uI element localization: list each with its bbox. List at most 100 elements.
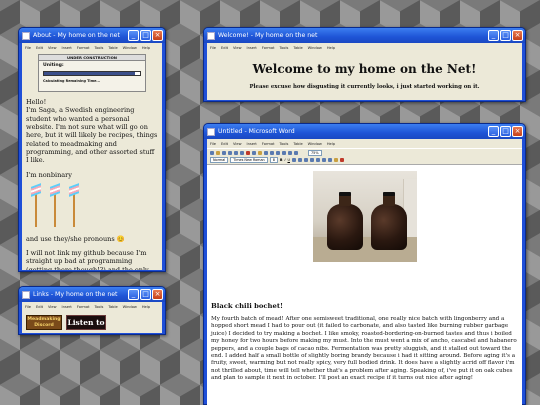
menu-tools[interactable]: Tools (95, 46, 104, 50)
links-window[interactable]: Links - My home on the net _ □ × File Ed… (18, 286, 166, 335)
menu-insert[interactable]: Insert (62, 46, 72, 50)
print-preview-icon[interactable] (234, 150, 238, 155)
font-select[interactable]: Times New Roman (230, 157, 268, 163)
window-icon (22, 31, 30, 40)
window-icon (22, 290, 30, 299)
menu-window[interactable]: Window (308, 142, 322, 146)
meadmaking-discord-link[interactable]: Meadmaking Discord (26, 314, 62, 330)
minimize-button[interactable]: _ (128, 30, 139, 41)
maximize-button[interactable]: □ (140, 30, 151, 41)
zoom-select[interactable]: 75% (308, 149, 322, 156)
menu-table[interactable]: Table (293, 46, 302, 50)
menu-insert[interactable]: Insert (62, 305, 72, 309)
welcome-window[interactable]: Welcome! - My home on the net _ □ × File… (203, 27, 526, 102)
table-icon[interactable] (282, 150, 286, 155)
copy-icon[interactable] (252, 150, 256, 155)
menu-edit[interactable]: Edit (36, 46, 43, 50)
menu-help[interactable]: Help (142, 305, 150, 309)
menu-tools[interactable]: Tools (95, 305, 104, 309)
open-icon[interactable] (216, 150, 220, 155)
window-title: Welcome! - My home on the net (218, 32, 318, 39)
indent-icon[interactable] (327, 158, 332, 162)
spelling-icon[interactable] (240, 150, 244, 155)
menu-help[interactable]: Help (327, 142, 335, 146)
menu-table[interactable]: Table (108, 305, 117, 309)
font-size-select[interactable]: 8 (269, 157, 278, 163)
menu-format[interactable]: Format (77, 305, 90, 309)
menu-file[interactable]: File (210, 46, 216, 50)
menu-table[interactable]: Table (293, 142, 302, 146)
underline-icon[interactable]: U (287, 158, 289, 162)
new-icon[interactable] (210, 150, 214, 155)
hyperlink-icon[interactable] (276, 150, 280, 155)
menu-file[interactable]: File (25, 305, 31, 309)
close-button[interactable]: × (512, 126, 523, 137)
paste-icon[interactable] (258, 150, 262, 155)
redo-icon[interactable] (270, 150, 274, 155)
menu-view[interactable]: View (233, 46, 242, 50)
highlight-icon[interactable] (333, 158, 338, 162)
bold-icon[interactable]: B (280, 158, 283, 162)
about-titlebar[interactable]: About - My home on the net _ □ × (19, 28, 165, 43)
save-icon[interactable] (222, 150, 226, 155)
undo-icon[interactable] (264, 150, 268, 155)
menu-bar: File Edit View Insert Format Tools Table… (22, 302, 162, 311)
font-color-icon[interactable] (339, 158, 344, 162)
close-button[interactable]: × (152, 30, 163, 41)
welcome-content: Welcome to my home on the Net! Please ex… (207, 52, 522, 100)
links-titlebar[interactable]: Links - My home on the net _ □ × (19, 287, 165, 302)
menu-tools[interactable]: Tools (280, 46, 289, 50)
menu-format[interactable]: Format (262, 142, 275, 146)
close-button[interactable]: × (152, 289, 163, 300)
word-window[interactable]: Untitled - Microsoft Word _ □ × File Edi… (203, 123, 526, 405)
uc-progress-bar (43, 70, 141, 76)
style-select[interactable]: Normal (210, 157, 229, 163)
menu-view[interactable]: View (48, 305, 57, 309)
maximize-button[interactable]: □ (140, 289, 151, 300)
word-titlebar[interactable]: Untitled - Microsoft Word _ □ × (204, 124, 525, 139)
uc-label: Uniting: (43, 63, 64, 68)
menu-tools[interactable]: Tools (280, 142, 289, 146)
menu-edit[interactable]: Edit (221, 46, 228, 50)
bullets-icon[interactable] (321, 158, 326, 162)
about-window[interactable]: About - My home on the net _ □ × File Ed… (18, 27, 166, 272)
minimize-button[interactable]: _ (488, 30, 499, 41)
menu-window[interactable]: Window (308, 46, 322, 50)
jug-image (326, 192, 363, 250)
welcome-titlebar[interactable]: Welcome! - My home on the net _ □ × (204, 28, 525, 43)
menu-table[interactable]: Table (108, 46, 117, 50)
listen-to-link[interactable]: Listen to (66, 314, 106, 330)
menu-format[interactable]: Format (77, 46, 90, 50)
align-center-icon[interactable] (297, 158, 302, 162)
menu-edit[interactable]: Edit (221, 142, 228, 146)
align-right-icon[interactable] (303, 158, 308, 162)
menu-view[interactable]: View (233, 142, 242, 146)
align-left-icon[interactable] (291, 158, 296, 162)
justify-icon[interactable] (309, 158, 314, 162)
minimize-button[interactable]: _ (128, 289, 139, 300)
italic-icon[interactable]: I (284, 158, 285, 162)
menu-file[interactable]: File (25, 46, 31, 50)
standard-toolbar: 75% (207, 148, 522, 156)
print-icon[interactable] (228, 150, 232, 155)
menu-insert[interactable]: Insert (247, 46, 257, 50)
numbering-icon[interactable] (315, 158, 320, 162)
menu-format[interactable]: Format (262, 46, 275, 50)
minimize-button[interactable]: _ (488, 126, 499, 137)
pronouns-text: and use they/she pronouns 😊 (26, 234, 125, 243)
cut-icon[interactable] (246, 150, 250, 155)
menu-help[interactable]: Help (327, 46, 335, 50)
menu-file[interactable]: File (210, 142, 216, 146)
drawing-icon[interactable] (294, 150, 298, 155)
columns-icon[interactable] (288, 150, 292, 155)
close-button[interactable]: × (512, 30, 523, 41)
menu-view[interactable]: View (48, 46, 57, 50)
maximize-button[interactable]: □ (500, 126, 511, 137)
menu-insert[interactable]: Insert (247, 142, 257, 146)
menu-edit[interactable]: Edit (36, 305, 43, 309)
maximize-button[interactable]: □ (500, 30, 511, 41)
menu-window[interactable]: Window (123, 305, 137, 309)
document-page[interactable]: Black chili bochet! My fourth batch of m… (207, 165, 522, 405)
menu-window[interactable]: Window (123, 46, 137, 50)
menu-help[interactable]: Help (142, 46, 150, 50)
